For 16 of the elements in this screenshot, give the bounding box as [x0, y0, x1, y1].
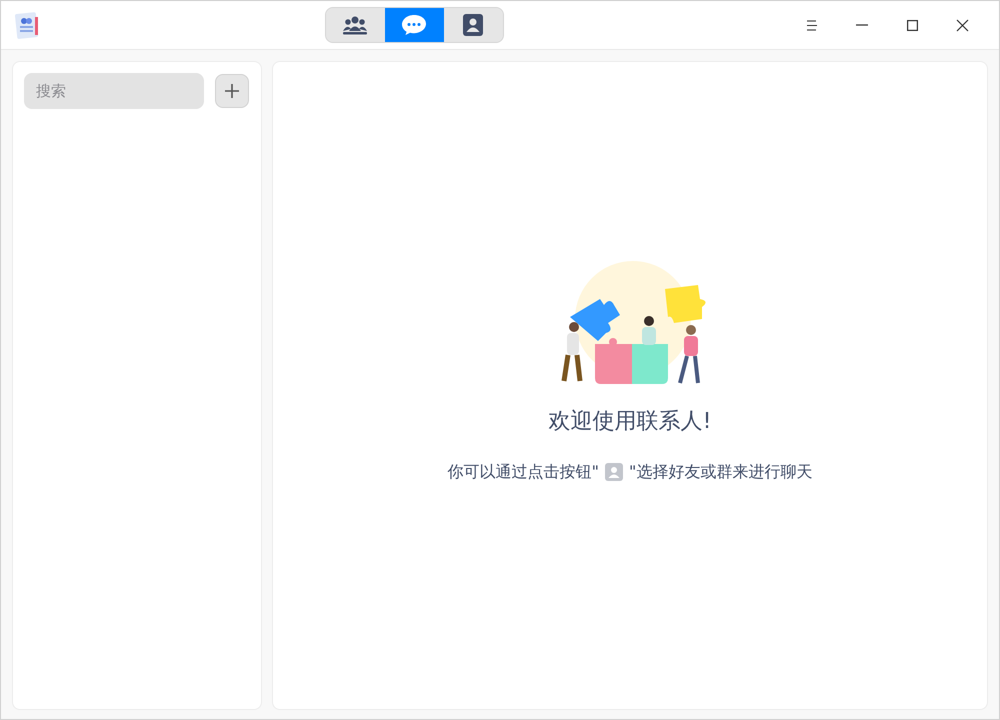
- chat-bubble-icon: [401, 14, 427, 36]
- contact-icon: [605, 463, 623, 481]
- menu-icon: [806, 20, 818, 30]
- maximize-icon: [906, 20, 918, 30]
- plus-icon: [225, 84, 239, 98]
- group-icon: [342, 15, 368, 35]
- hint-text: "选择好友或群来进行聊天: [629, 461, 812, 483]
- hint-text: 你可以通过点击按钮": [448, 461, 599, 483]
- view-tab[interactable]: [384, 8, 444, 42]
- welcome-title: 欢迎使用联系人!: [548, 408, 712, 436]
- app-logo-icon: [13, 11, 41, 39]
- contact-card-icon: [462, 13, 484, 37]
- minimize-icon: [856, 24, 868, 26]
- close-icon: [956, 18, 968, 32]
- add-button[interactable]: [215, 74, 249, 108]
- search-field[interactable]: 搜索: [24, 73, 204, 109]
